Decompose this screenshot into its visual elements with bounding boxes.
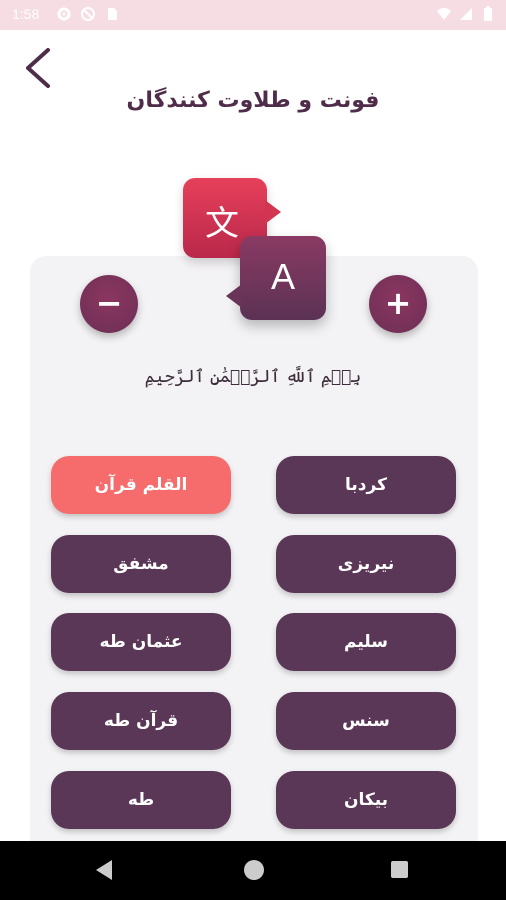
- nav-recents-icon[interactable]: [391, 861, 408, 878]
- decrease-font-size-button[interactable]: −: [80, 275, 138, 333]
- gear-icon: [57, 7, 71, 21]
- letter-a-icon: A: [270, 256, 295, 297]
- font-button-neyrizi[interactable]: نیریزی: [276, 535, 456, 593]
- wifi-icon: [437, 8, 451, 20]
- back-button[interactable]: [20, 46, 60, 90]
- status-right-icons: [436, 6, 496, 22]
- sim-icon: [108, 8, 117, 20]
- font-button-quran-taha[interactable]: قرآن طه: [51, 692, 231, 750]
- font-button-alqalam-quran[interactable]: القلم قرآن: [51, 456, 231, 514]
- chinese-char-icon: 文: [205, 204, 239, 244]
- increase-font-size-button[interactable]: +: [369, 275, 427, 333]
- font-button-kordaba[interactable]: کردبا: [276, 456, 456, 514]
- block-icon: [81, 7, 95, 21]
- font-button-taha[interactable]: طه: [51, 771, 231, 829]
- status-bar: 1:58: [0, 0, 506, 30]
- battery-icon: [484, 6, 492, 21]
- system-nav-bar: [0, 841, 506, 900]
- signal-icon: [460, 8, 472, 20]
- chevron-left-icon: [26, 48, 50, 88]
- page-title: فونت و طلاوت کنندگان: [126, 88, 380, 113]
- status-left-icons: [56, 6, 120, 22]
- font-button-salim[interactable]: سلیم: [276, 613, 456, 671]
- font-button-moshfegh[interactable]: مشفق: [51, 535, 231, 593]
- translate-bubble-front: A: [226, 236, 326, 320]
- font-button-bikan[interactable]: بیکان: [276, 771, 456, 829]
- font-preview-text: بِسۡمِ ٱللَّهِ ٱلرَّحۡمَٰنِ ٱلرَّحِيمِ: [144, 367, 362, 387]
- font-button-othman-taha[interactable]: عثمان طه: [51, 613, 231, 671]
- nav-back-icon[interactable]: [96, 860, 112, 880]
- status-time: 1:58: [12, 6, 40, 22]
- font-button-sans[interactable]: سنس: [276, 692, 456, 750]
- nav-home-icon[interactable]: [244, 860, 264, 880]
